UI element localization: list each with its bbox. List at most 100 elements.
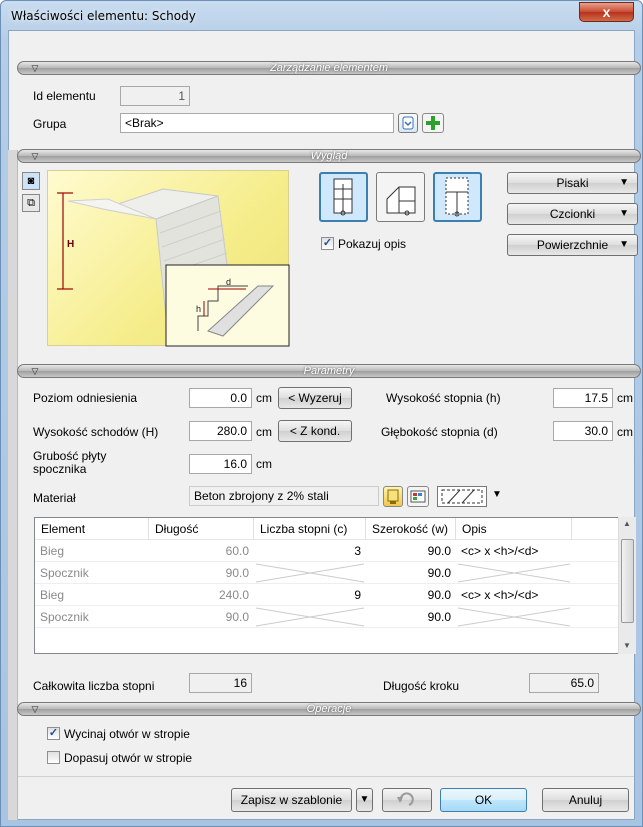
cell-width[interactable]: 90.0 — [366, 584, 456, 606]
from-storey-button[interactable]: < Z kond. — [278, 420, 352, 442]
surfaces-dropdown-button[interactable]: Powierzchnie ▼ — [507, 234, 638, 256]
table-row[interactable]: Bieg 60.0 3 90.0 <c> x <h>/<d> — [35, 540, 619, 562]
3d-view-icon[interactable]: ⧉ — [22, 194, 40, 212]
id-label: Id elementu — [33, 89, 96, 103]
fit-opening-checkbox[interactable] — [47, 751, 60, 764]
cell-width[interactable]: 90.0 — [366, 540, 456, 562]
step-height-unit: cm — [617, 391, 633, 405]
group-field[interactable]: <Brak> — [120, 113, 394, 133]
hatch-pattern-picker[interactable] — [437, 486, 487, 507]
stair-type-landing-button[interactable] — [376, 172, 425, 222]
palette-icon — [410, 490, 426, 503]
ref-level-input[interactable]: 0.0 — [189, 388, 252, 408]
landing-thickness-input[interactable]: 16.0 — [189, 454, 252, 474]
fit-opening-label: Dopasuj otwór w stropie — [64, 751, 193, 765]
stair-height-input[interactable]: 280.0 — [189, 421, 252, 441]
cell-desc[interactable]: <c> x <h>/<d> — [456, 584, 572, 606]
landing-thickness-label-line1: Grubość płyty — [33, 449, 107, 463]
cell-width[interactable]: 90.0 — [366, 606, 456, 628]
col-header-element[interactable]: Element — [35, 518, 149, 540]
l-shaped-stairs-icon — [445, 177, 469, 217]
h-label: h — [196, 304, 201, 314]
cancel-button[interactable]: Anuluj — [542, 788, 629, 812]
step-depth-input[interactable]: 30.0 — [553, 421, 613, 441]
footer-divider — [18, 776, 634, 777]
section-operations-title: Operacje — [306, 703, 352, 715]
cell-width[interactable]: 90.0 — [366, 562, 456, 584]
save-template-button[interactable]: Zapisz w szablonie — [231, 788, 352, 812]
scroll-thumb[interactable] — [621, 539, 634, 623]
section-management-bar[interactable]: ▽ Zarządzanie elementem — [17, 61, 641, 75]
surfaces-label: Powierzchnie — [536, 238, 609, 252]
cell-length: 90.0 — [225, 610, 249, 624]
cut-opening-label: Wycinaj otwór w stropie — [64, 727, 190, 741]
H-label: H — [67, 239, 74, 250]
group-picker-button[interactable] — [398, 113, 418, 133]
cell-element: Bieg — [40, 588, 65, 602]
plus-icon — [426, 116, 440, 130]
cell-length: 90.0 — [225, 566, 249, 580]
section-appearance-title: Wygląd — [310, 150, 348, 162]
section-appearance-bar[interactable]: ▽ Wygląd — [17, 149, 641, 163]
material-library-button[interactable] — [383, 486, 403, 507]
landing-stairs-icon — [386, 186, 416, 216]
close-button[interactable]: x — [579, 2, 634, 22]
col-header-width[interactable]: Szerokość (w) — [366, 518, 456, 540]
save-template-dropdown-icon[interactable]: ▼ — [356, 788, 373, 812]
ok-button[interactable]: OK — [440, 788, 527, 812]
show-description-checkbox[interactable]: ✓ — [321, 237, 334, 250]
title-bar: Właściwości elementu: Schody x — [1, 1, 642, 31]
stair-type-l-shaped-button[interactable] — [433, 172, 482, 222]
cell-desc-disabled — [457, 607, 571, 627]
stair-type-straight-button[interactable] — [319, 172, 368, 222]
material-editor-button[interactable] — [407, 486, 429, 507]
material-field[interactable]: Beton zbrojony z 2% stali — [189, 486, 379, 506]
table-row[interactable]: Spocznik 90.0 90.0 — [35, 562, 619, 584]
section-operations-bar[interactable]: ▽ Operacje — [17, 702, 641, 716]
add-group-button[interactable] — [422, 113, 444, 133]
material-label: Materiał — [33, 491, 76, 505]
stairs-illustration: H d h — [57, 188, 290, 347]
table-row[interactable]: Spocznik 90.0 90.0 — [35, 606, 619, 628]
undo-icon — [397, 792, 414, 806]
col-header-length[interactable]: Długość — [149, 518, 254, 540]
step-length-label: Długość kroku — [383, 679, 460, 693]
total-steps-label: Całkowita liczba stopni — [33, 679, 155, 693]
step-length-value: 65.0 — [529, 673, 599, 693]
landing-thickness-unit: cm — [256, 457, 272, 471]
undo-button[interactable] — [382, 788, 432, 812]
show-description-label: Pokazuj opis — [338, 237, 407, 251]
cell-length: 240.0 — [218, 588, 249, 602]
material-icon — [387, 489, 399, 504]
scroll-up-icon[interactable]: ▲ — [623, 519, 631, 528]
table-scrollbar[interactable]: ▲ ▼ — [618, 517, 636, 654]
landing-thickness-label: Grubość płyty spocznika — [33, 450, 106, 476]
pens-dropdown-button[interactable]: Pisaki ▼ — [507, 172, 638, 194]
stairs-preview: H d h — [47, 170, 290, 347]
cut-opening-checkbox[interactable]: ✓ — [47, 727, 60, 740]
fonts-dropdown-button[interactable]: Czcionki ▼ — [507, 203, 638, 225]
col-header-steps[interactable]: Liczba stopni (c) — [254, 518, 366, 540]
scroll-down-icon[interactable]: ▼ — [623, 641, 631, 650]
hatch-dropdown-arrow-icon[interactable]: ▼ — [492, 489, 502, 500]
cell-desc[interactable]: <c> x <h>/<d> — [456, 540, 572, 562]
section-parameters-bar[interactable]: ▽ Parametry — [17, 364, 641, 378]
d-label: d — [226, 277, 231, 287]
table-row[interactable]: Bieg 240.0 9 90.0 <c> x <h>/<d> — [35, 584, 619, 606]
reset-button[interactable]: < Wyzeruj — [278, 387, 352, 409]
step-height-label: Wysokość stopnia (h) — [386, 391, 501, 405]
left-strip — [8, 150, 18, 820]
dropdown-arrow-icon: ▼ — [619, 208, 629, 219]
cell-steps[interactable]: 3 — [254, 540, 366, 562]
col-header-desc[interactable]: Opis — [456, 518, 572, 540]
cell-element: Bieg — [40, 544, 65, 558]
cell-steps[interactable]: 9 — [254, 584, 366, 606]
fonts-label: Czcionki — [549, 207, 596, 221]
total-steps-value: 16 — [189, 673, 252, 693]
window-title: Właściwości elementu: Schody — [11, 9, 196, 23]
cell-steps-disabled — [255, 563, 365, 583]
step-height-input[interactable]: 17.5 — [553, 388, 613, 408]
camera-view-icon[interactable]: ◙ — [22, 172, 40, 190]
stair-segments-table[interactable]: Element Długość Liczba stopni (c) Szerok… — [34, 517, 636, 654]
ref-level-label: Poziom odniesienia — [33, 391, 138, 405]
